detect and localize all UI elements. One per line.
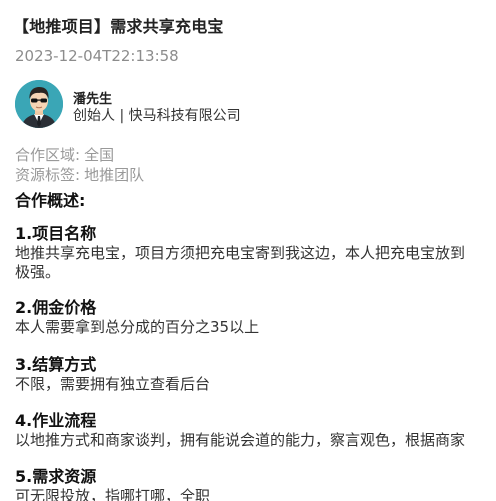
section-body-line: 可无限投放，指哪打哪，全职 (15, 487, 211, 501)
section-heading: 2.佣金价格 (15, 298, 97, 317)
meta-region-value: 全国 (84, 146, 115, 164)
meta-tags: 资源标签: 地推团队 (15, 164, 144, 185)
post-detail-page: 【地推项目】需求共享充电宝 2023-12-04T22:13:58 潘先生 创始… (0, 0, 496, 501)
section-heading: 3.结算方式 (15, 355, 97, 374)
author-card[interactable]: 潘先生 创始人 | 快马科技有限公司 (15, 80, 485, 130)
section-body-line: 以地推方式和商家谈判，拥有能说会道的能力，察言观色，根据商家 (15, 431, 466, 449)
meta-tags-value: 地推团队 (84, 166, 145, 184)
overview-section: 4.作业流程 以地推方式和商家谈判，拥有能说会道的能力，察言观色，根据商家 (15, 411, 495, 450)
post-timestamp: 2023-12-04T22:13:58 (15, 47, 179, 65)
overview-section: 2.佣金价格 本人需要拿到总分成的百分之35以上 (15, 298, 495, 337)
section-heading: 5.需求资源 (15, 467, 97, 486)
section-body-line: 地推共享充电宝，项目方须把充电宝寄到我这边，本人把充电宝放到 (15, 244, 466, 262)
section-body-line: 不限，需要拥有独立查看后台 (15, 375, 211, 393)
overview-section: 1.项目名称 地推共享充电宝，项目方须把充电宝寄到我这边，本人把充电宝放到 极强… (15, 224, 495, 282)
section-body-line: 极强。 (15, 263, 61, 281)
meta-region-label: 合作区域: (15, 146, 81, 164)
overview-section: 3.结算方式 不限，需要拥有独立查看后台 (15, 355, 495, 394)
author-role: 创始人 | 快马科技有限公司 (73, 108, 241, 124)
section-heading: 4.作业流程 (15, 411, 97, 430)
section-body-line: 本人需要拿到总分成的百分之35以上 (15, 318, 260, 336)
meta-region: 合作区域: 全国 (15, 144, 114, 165)
overview-heading: 合作概述: (15, 191, 86, 210)
section-heading: 1.项目名称 (15, 224, 97, 243)
avatar-man-sunglasses-icon[interactable] (15, 80, 63, 128)
post-title: 【地推项目】需求共享充电宝 (13, 17, 224, 36)
meta-tags-label: 资源标签: (15, 166, 81, 184)
overview-section: 5.需求资源 可无限投放，指哪打哪，全职 (15, 467, 495, 501)
